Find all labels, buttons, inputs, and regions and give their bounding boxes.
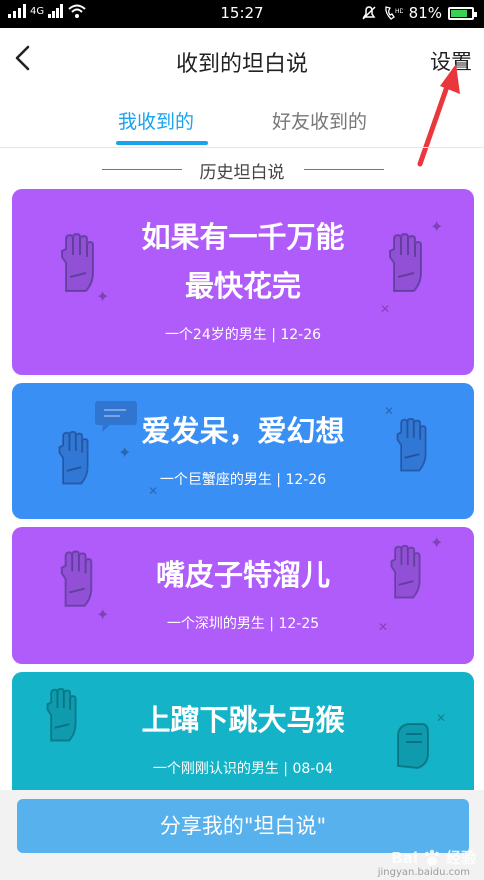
card-text-line-2: 最快花完 bbox=[184, 269, 301, 303]
section-title: 历史坦白说 bbox=[199, 163, 285, 183]
card-meta: 一个深圳的男生 | 12-25 bbox=[166, 616, 320, 632]
svg-text:HD: HD bbox=[395, 8, 403, 15]
tab-friends-received[interactable]: 好友收到的 bbox=[272, 107, 367, 134]
card-text-line-1: 嘴皮子特溜儿 bbox=[155, 558, 330, 592]
tabs-divider bbox=[0, 147, 484, 148]
status-bar: 4G 15:27 HD 81% bbox=[0, 0, 484, 28]
section-header: 历史坦白说 bbox=[0, 155, 484, 183]
confession-card[interactable]: ✦ ✦ ✕ 嘴皮子特溜儿 一个深圳的男生 | 12-25 bbox=[12, 527, 474, 664]
tab-bar: 我收到的 好友收到的 bbox=[0, 95, 484, 147]
card-text-line-1: 上蹿下跳大马猴 bbox=[141, 703, 345, 737]
confession-card[interactable]: ✦ ✕ ✕ 爱发呆，爱幻想 一个巨蟹座的男生 | 12-26 bbox=[12, 383, 474, 519]
battery-label: 81% bbox=[408, 4, 442, 22]
battery-icon bbox=[448, 6, 477, 20]
mute-bell-icon bbox=[362, 6, 376, 20]
card-meta: 一个刚刚认识的男生 | 08-04 bbox=[152, 761, 334, 777]
card-meta: 一个巨蟹座的男生 | 12-26 bbox=[159, 472, 327, 488]
paw-icon bbox=[424, 849, 440, 865]
tab-received[interactable]: 我收到的 bbox=[118, 107, 194, 134]
section-line-right bbox=[304, 169, 384, 170]
watermark-suffix: 经验 bbox=[445, 849, 476, 867]
card-text-line-1: 爱发呆，爱幻想 bbox=[141, 414, 345, 448]
card-text-line-1: 如果有一千万能 bbox=[141, 220, 345, 254]
card-meta: 一个24岁的男生 | 12-26 bbox=[164, 327, 322, 343]
watermark-logo: Bai 经验 bbox=[391, 847, 476, 868]
watermark-brand: Bai bbox=[391, 848, 418, 867]
bottom-bar: 分享我的"坦白说" Bai 经验 jingyan.baidu.com bbox=[0, 790, 484, 880]
sparkle-icon: ✦ bbox=[430, 533, 444, 552]
battery-fill bbox=[451, 9, 468, 17]
confession-card[interactable]: ✦ ✦ ✕ 如果有一千万能 最快花完 一个24岁的男生 | 12-26 bbox=[12, 189, 474, 375]
status-right: HD 81% bbox=[361, 4, 477, 22]
watermark-url: jingyan.baidu.com bbox=[377, 867, 470, 878]
active-tab-indicator bbox=[116, 141, 208, 145]
hd-call-icon: HD bbox=[384, 6, 403, 20]
share-button[interactable]: 分享我的"坦白说" bbox=[17, 799, 469, 853]
